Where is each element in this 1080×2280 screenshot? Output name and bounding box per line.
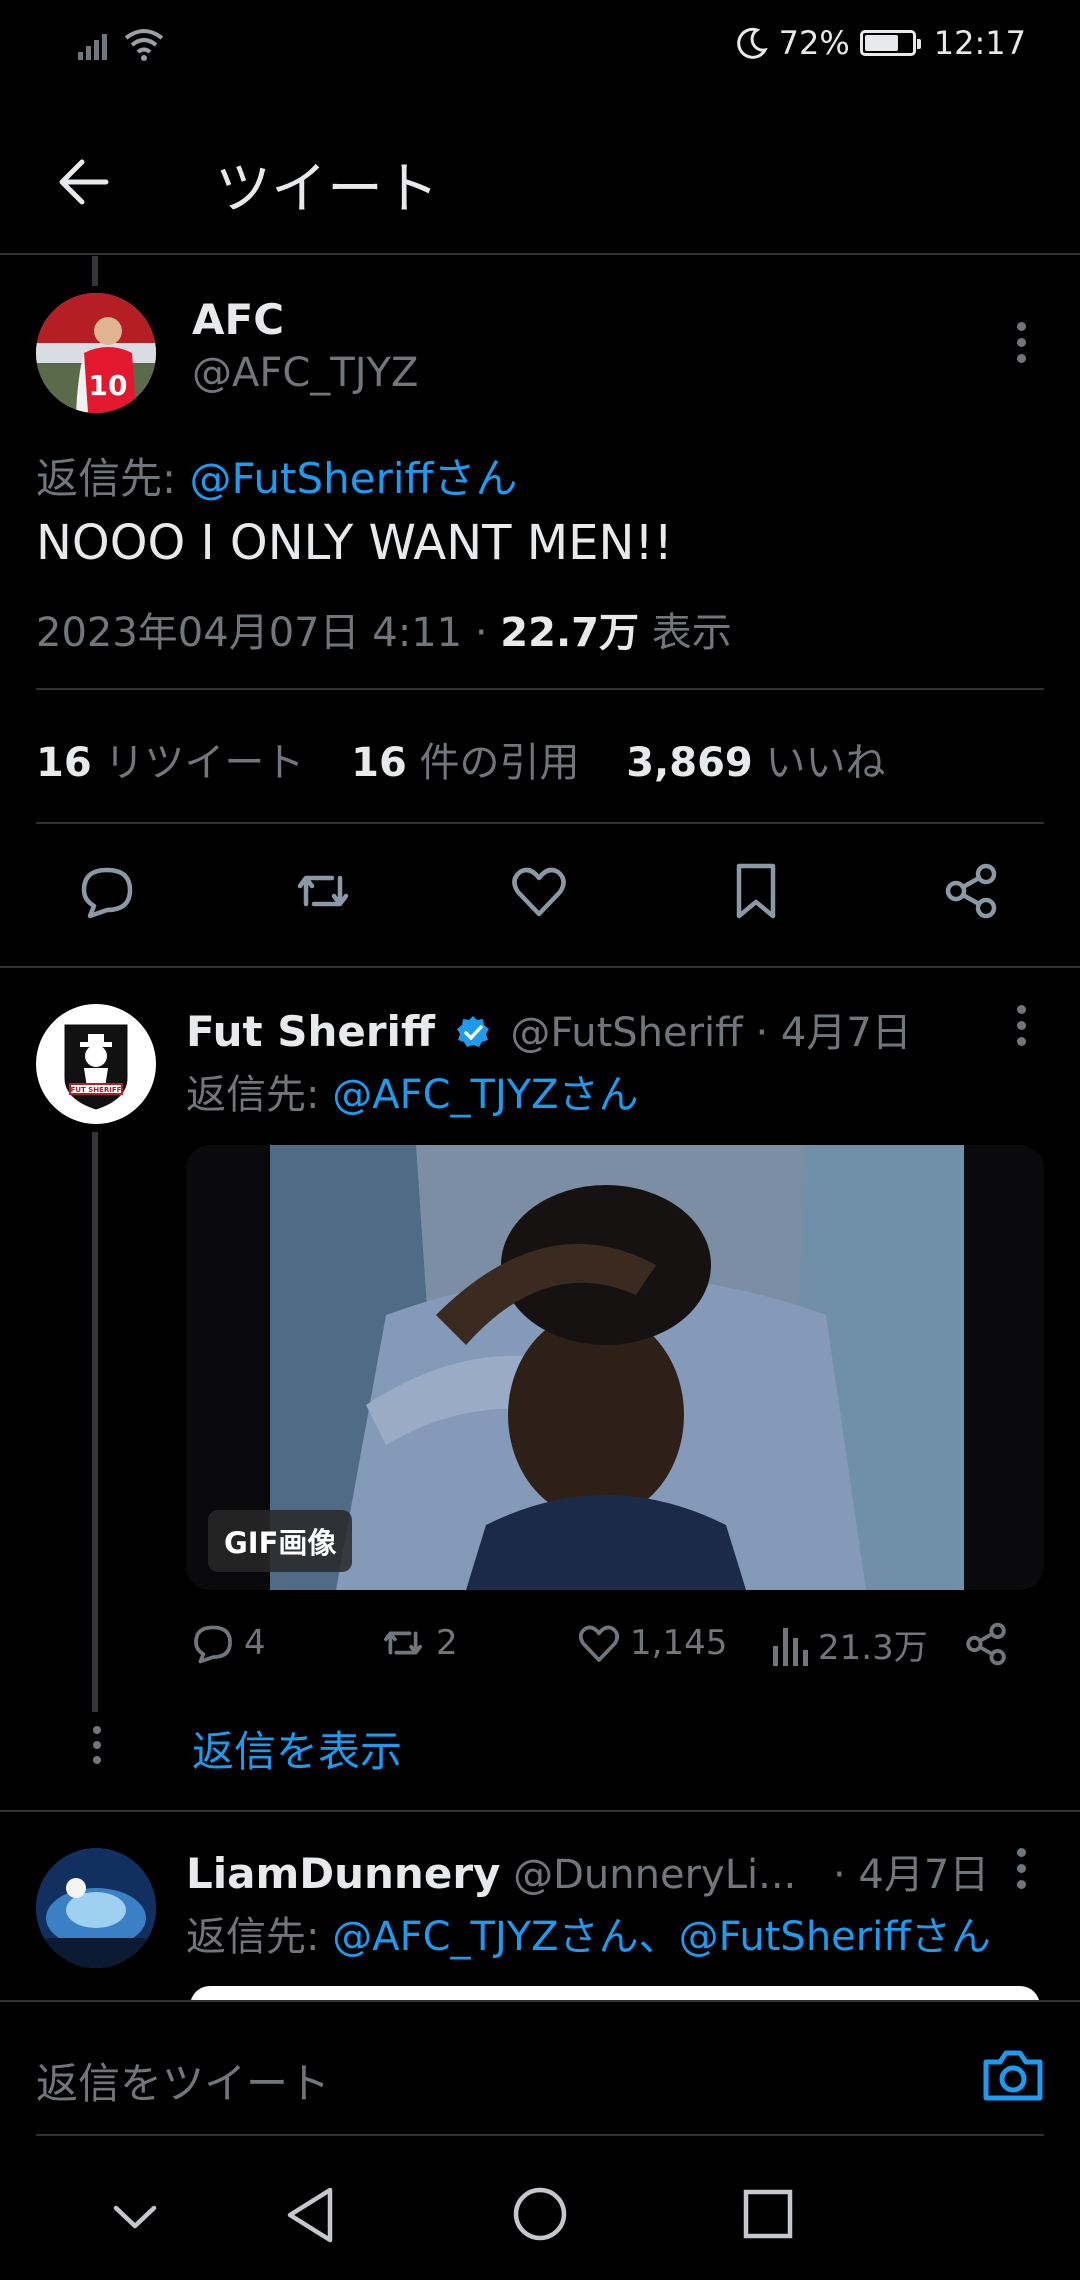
avatar[interactable]: FUT SHERIFF bbox=[36, 1004, 156, 1124]
reply-to-link[interactable]: @FutSheriffさん bbox=[190, 454, 518, 503]
bookmark-icon[interactable] bbox=[725, 860, 787, 922]
share-icon[interactable] bbox=[962, 1620, 1010, 1668]
page-title: ツイート bbox=[215, 157, 439, 222]
reply-to-line: 返信先: @FutSheriffさん bbox=[36, 445, 517, 506]
signal-icon bbox=[78, 34, 107, 60]
reply-header: LiamDunnery @DunneryLi... · 4月7日 bbox=[186, 1842, 989, 1900]
quotes-stat[interactable]: 16 件の引用 bbox=[351, 740, 579, 786]
reply-to-link[interactable]: @AFC_TJYZさん、@FutSheriffさん bbox=[332, 1914, 991, 1960]
author-name[interactable]: LiamDunnery bbox=[186, 1849, 500, 1898]
author-name[interactable]: Fut Sheriff bbox=[186, 1007, 435, 1056]
moon-icon bbox=[736, 27, 768, 59]
views-count: 22.7万 bbox=[500, 610, 639, 656]
author-handle[interactable]: @AFC_TJYZ bbox=[192, 350, 418, 396]
fut-sheriff-logo-icon: FUT SHERIFF bbox=[64, 1024, 128, 1110]
verified-badge-icon bbox=[456, 1016, 489, 1047]
retweet-icon bbox=[384, 1631, 422, 1655]
thread-line bbox=[92, 256, 98, 286]
more-options-icon[interactable] bbox=[1014, 322, 1028, 363]
like-count-button[interactable]: 1,145 bbox=[576, 1620, 727, 1666]
system-navigation-bar bbox=[0, 2140, 1080, 2280]
retweet-count: 2 bbox=[436, 1623, 458, 1663]
reply-to-line: 返信先: @AFC_TJYZさん、@FutSheriffさん bbox=[186, 1904, 991, 1962]
battery-icon bbox=[859, 30, 921, 56]
tweet-actions bbox=[0, 860, 1080, 930]
reply-count-button[interactable]: 4 bbox=[190, 1620, 266, 1666]
nav-home-icon[interactable] bbox=[510, 2184, 570, 2244]
divider bbox=[0, 966, 1080, 968]
likes-stat[interactable]: 3,869 いいね bbox=[626, 740, 885, 786]
avatar[interactable]: 10 bbox=[36, 293, 156, 413]
battery-percent: 72% bbox=[778, 24, 850, 62]
thread-line bbox=[92, 1132, 98, 1712]
reply-icon bbox=[194, 1625, 232, 1664]
avatar[interactable] bbox=[36, 1848, 156, 1968]
top-app-bar: ツイート bbox=[0, 110, 1080, 255]
tweet-meta: 2023年04月07日 4:11 · 22.7万 表示 bbox=[36, 600, 732, 658]
like-heart-icon bbox=[578, 1625, 620, 1662]
nav-back-icon[interactable] bbox=[282, 2184, 338, 2246]
views-count-button[interactable]: 21.3万 bbox=[770, 1620, 928, 1669]
reply-prefix: 返信先: bbox=[36, 454, 190, 503]
author-handle[interactable]: @DunneryLi... bbox=[513, 1852, 796, 1898]
author-name[interactable]: AFC bbox=[192, 295, 284, 344]
liam-avatar-image bbox=[36, 1848, 156, 1968]
reply-date: · 4月7日 bbox=[820, 1852, 990, 1898]
divider bbox=[36, 688, 1044, 690]
divider bbox=[0, 1810, 1080, 1812]
analytics-bars-icon bbox=[773, 1627, 808, 1666]
tweet-text: NOOO I ONLY WANT MEN!! bbox=[36, 515, 673, 571]
retweet-count-button[interactable]: 2 bbox=[378, 1620, 458, 1666]
show-replies-link[interactable]: 返信を表示 bbox=[192, 1718, 402, 1779]
nav-recents-icon[interactable] bbox=[740, 2186, 796, 2242]
views-label: 表示 bbox=[638, 610, 732, 656]
reply-date: · 4月7日 bbox=[742, 1010, 912, 1056]
views-count: 21.3万 bbox=[818, 1628, 928, 1668]
gif-badge: GIF画像 bbox=[208, 1510, 353, 1572]
more-options-icon[interactable] bbox=[1014, 1848, 1028, 1889]
more-options-icon[interactable] bbox=[1014, 1005, 1028, 1046]
reply-prefix: 返信先: bbox=[186, 1914, 333, 1960]
reply-count: 4 bbox=[244, 1623, 266, 1663]
reply-header: Fut Sheriff @FutSheriff · 4月7日 bbox=[186, 1000, 912, 1058]
camera-icon[interactable] bbox=[982, 2048, 1044, 2102]
like-heart-icon[interactable] bbox=[508, 860, 570, 922]
svg-text:10: 10 bbox=[89, 369, 128, 402]
back-arrow-icon[interactable] bbox=[52, 150, 116, 214]
reply-icon[interactable] bbox=[76, 860, 138, 922]
compose-placeholder[interactable]: 返信をツイート bbox=[36, 2050, 330, 2111]
reply-prefix: 返信先: bbox=[186, 1072, 333, 1118]
like-count: 1,145 bbox=[630, 1623, 728, 1663]
compose-underline bbox=[36, 2134, 1044, 2136]
status-bar: 72% 12:17 bbox=[0, 0, 1080, 90]
engagement-stats: 16 リツイート 16 件の引用 3,869 いいね bbox=[36, 730, 885, 788]
reply-actions: 4 2 1,145 21.3万 bbox=[186, 1620, 1046, 1680]
chevron-down-icon[interactable] bbox=[110, 2200, 160, 2234]
player-avatar-image: 10 bbox=[36, 293, 156, 413]
divider bbox=[36, 822, 1044, 824]
timestamp: 2023年04月07日 4:11 · bbox=[36, 610, 501, 656]
reply-to-link[interactable]: @AFC_TJYZさん bbox=[332, 1072, 638, 1118]
author-handle[interactable]: @FutSheriff bbox=[510, 1010, 742, 1056]
wifi-icon bbox=[124, 29, 164, 61]
svg-text:FUT SHERIFF: FUT SHERIFF bbox=[71, 1086, 122, 1094]
clock: 12:17 bbox=[933, 24, 1026, 62]
retweets-stat[interactable]: 16 リツイート bbox=[36, 740, 304, 786]
share-icon[interactable] bbox=[940, 860, 1002, 922]
retweet-icon[interactable] bbox=[292, 860, 354, 922]
reply-compose-bar[interactable]: 返信をツイート bbox=[0, 2000, 1080, 2136]
thread-dots-icon bbox=[90, 1726, 104, 1764]
reply-to-line: 返信先: @AFC_TJYZさん bbox=[186, 1062, 639, 1120]
